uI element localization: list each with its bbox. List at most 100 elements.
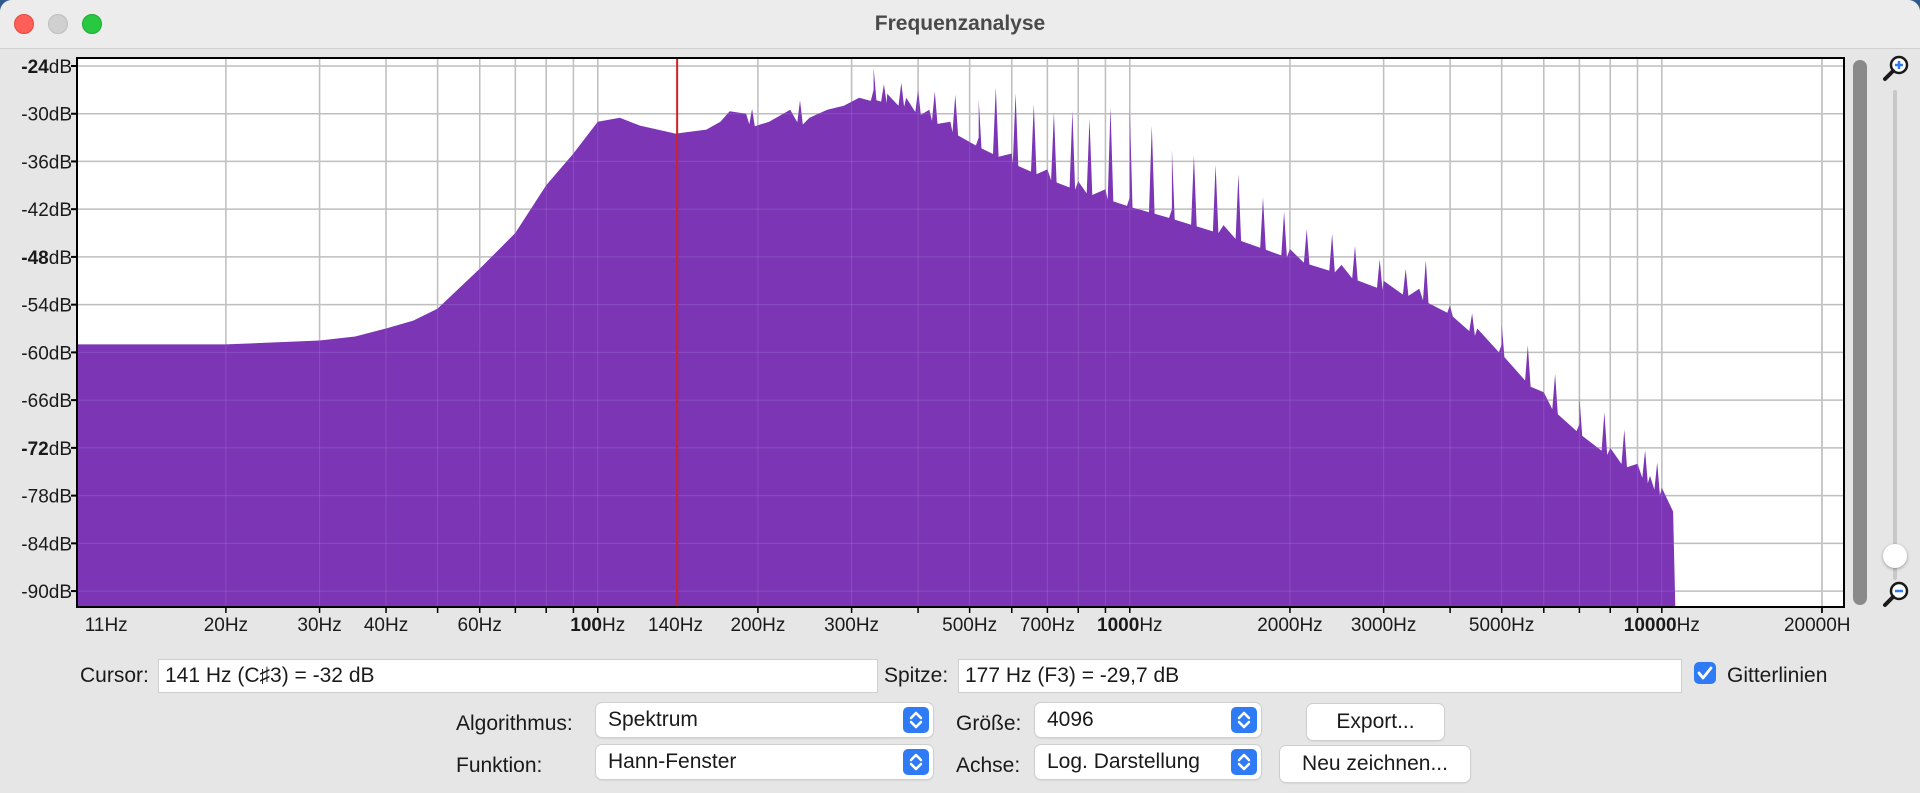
y-tick-label: -66dB [21,391,72,412]
up-down-chevron-icon [909,753,923,771]
x-tick-rest: 20000Hz [1784,615,1850,636]
x-tick-bold: 100 [570,615,602,636]
up-down-chevron-icon [1237,753,1251,771]
y-tick-rest: -90dB [21,582,72,603]
x-tick-rest: 30Hz [297,615,341,636]
x-tick-label: 1000Hz [1097,615,1163,636]
title-bar: Frequenzanalyse [0,0,1920,49]
y-tick-label: -54dB [21,296,72,317]
x-tick-label: 700Hz [1020,615,1075,636]
function-stepper[interactable] [903,749,929,775]
axis-value: Log. Darstellung [1047,750,1200,773]
x-tick-rest: Hz [1677,615,1700,636]
x-tick-label: 20000Hz [1784,615,1850,636]
up-down-chevron-icon [909,711,923,729]
cursor-label: Cursor: [80,664,149,687]
x-tick-rest: 20Hz [204,615,248,636]
x-tick-label: 200Hz [730,615,785,636]
zoom-slider-knob[interactable] [1883,544,1907,568]
frequency-analysis-window: Frequenzanalyse -24dB -30dB -36dB -42dB -48d… [0,0,1920,793]
y-tick-label: -30dB [21,105,72,126]
spectrum-chart[interactable]: -24dB-30dB-36dB-42dB-48dB-54dB-60dB-66dB… [0,48,1850,648]
y-tick-rest: -54dB [21,296,72,317]
axis-select[interactable]: Log. Darstellung [1035,745,1261,779]
vertical-scrollbar[interactable] [1853,60,1867,605]
function-select[interactable]: Hann-Fenster [596,745,933,779]
export-button[interactable]: Export... [1307,704,1444,740]
size-label: Größe: [956,712,1022,735]
x-tick-rest: 60Hz [458,615,502,636]
y-tick-rest: -60dB [21,343,72,364]
x-tick-label: 500Hz [942,615,997,636]
y-tick-label: -90dB [21,582,72,603]
x-axis-labels: 11Hz 20Hz 30Hz 40Hz 60Hz 100Hz 140Hz 200Hz 300Hz… [85,607,1850,636]
x-tick-label: 300Hz [824,615,879,636]
x-tick-bold: 1000 [1097,615,1139,636]
x-tick-rest: 700Hz [1020,615,1075,636]
x-tick-label: 40Hz [364,615,408,636]
algorithm-label: Algorithmus: [456,712,573,735]
y-tick-label: -84dB [21,534,72,555]
x-tick-label: 100Hz [570,615,625,636]
x-tick-rest: 3000Hz [1351,615,1417,636]
x-tick-label: 140Hz [648,615,703,636]
y-tick-label: -42dB [21,200,72,221]
x-tick-rest: 200Hz [730,615,785,636]
x-tick-label: 10000Hz [1624,615,1700,636]
y-tick-label: -36dB [21,152,72,173]
gridlines-checkbox[interactable] [1694,662,1716,684]
peak-label: Spitze: [884,664,949,687]
y-axis-labels: -24dB-30dB-36dB-42dB-48dB-54dB-60dB-66dB… [21,57,77,603]
y-tick-rest: -42dB [21,200,72,221]
x-tick-label: 30Hz [297,615,341,636]
y-tick-label: -72dB [21,439,72,460]
x-tick-rest: Hz [1139,615,1162,636]
up-down-chevron-icon [1237,711,1251,729]
y-tick-label: -78dB [21,487,72,508]
window-title: Frequenzanalyse [874,12,1046,35]
algorithm-select[interactable]: Spektrum [596,703,933,737]
x-tick-rest: 40Hz [364,615,408,636]
algorithm-stepper[interactable] [903,707,929,733]
x-tick-label: 20Hz [204,615,248,636]
y-tick-rest: -30dB [21,105,72,126]
y-tick-rest: dB [49,248,72,269]
y-tick-rest: dB [49,57,72,78]
x-tick-label: 3000Hz [1351,615,1417,636]
y-tick-label: -24dB [21,57,72,78]
x-tick-rest: 500Hz [942,615,997,636]
y-tick-label: -60dB [21,343,72,364]
x-tick-bold: 10000 [1624,615,1677,636]
axis-label: Achse: [956,754,1021,777]
size-select[interactable]: 4096 [1035,703,1261,737]
y-tick-rest: dB [49,439,72,460]
function-value: Hann-Fenster [608,750,737,773]
x-tick-rest: 140Hz [648,615,703,636]
axis-stepper[interactable] [1231,749,1257,775]
x-tick-rest: Hz [602,615,625,636]
x-tick-label: 2000Hz [1257,615,1323,636]
y-tick-bold: -24 [21,57,49,78]
x-tick-label: 5000Hz [1469,615,1535,636]
zoom-slider-track[interactable] [1893,90,1897,580]
y-tick-rest: -36dB [21,152,72,173]
y-tick-label: -48dB [21,248,72,269]
algorithm-value: Spektrum [608,708,698,731]
zoom-out-icon[interactable] [1882,580,1910,608]
function-label: Funktion: [456,754,543,777]
gridlines-label: Gitterlinien [1727,664,1828,687]
x-tick-label: 11Hz [85,615,128,636]
size-stepper[interactable] [1231,707,1257,733]
redraw-button[interactable]: Neu zeichnen... [1280,746,1470,782]
peak-value-field[interactable]: 177 Hz (F3) = -29,7 dB [958,659,1682,693]
cursor-value-field[interactable]: 141 Hz (C♯3) = -32 dB [158,659,878,693]
zoom-in-icon[interactable] [1882,54,1910,82]
checkmark-icon [1697,666,1713,680]
y-tick-bold: -48 [21,248,48,269]
x-tick-rest: 300Hz [824,615,879,636]
y-tick-rest: -84dB [21,534,72,555]
x-tick-rest: 11Hz [85,615,128,636]
y-tick-rest: -66dB [21,391,72,412]
x-tick-rest: 2000Hz [1257,615,1323,636]
x-tick-rest: 5000Hz [1469,615,1535,636]
